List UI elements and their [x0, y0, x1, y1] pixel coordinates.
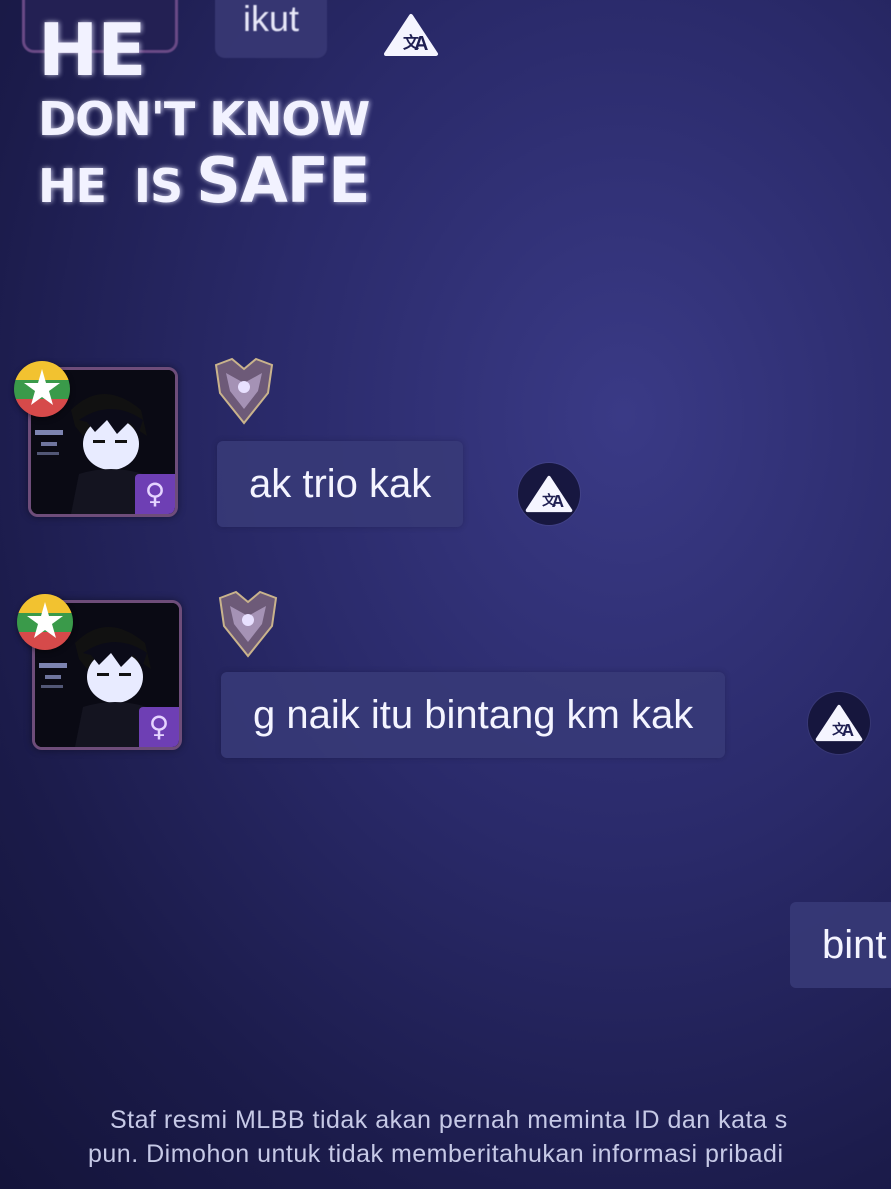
svg-text:A: A	[842, 720, 854, 740]
star-flag-icon	[14, 361, 70, 417]
mythic-rank-icon	[216, 588, 280, 660]
message-text: bint	[822, 922, 887, 967]
message-text: ak trio kak	[249, 461, 432, 506]
caption-word-he: HE	[38, 159, 107, 213]
notice-line-1: Staf resmi MLBB tidak akan pernah memint…	[110, 1106, 788, 1134]
safety-notice: Staf resmi MLBB tidak akan pernah memint…	[0, 1103, 891, 1183]
caption-word-is: IS	[133, 159, 183, 213]
notice-line-2: pun. Dimohon untuk tidak memberitahukan …	[88, 1140, 784, 1168]
female-gender-icon: ♀	[135, 474, 175, 514]
translate-icon[interactable]: 文 A	[808, 692, 870, 754]
female-gender-icon: ♀	[139, 707, 179, 747]
overlay-caption: HE DON'T KNOW HE IS SAFE	[38, 8, 371, 213]
svg-text:A: A	[552, 491, 564, 511]
message-bubble: g naik itu bintang km kak	[221, 672, 726, 758]
caption-word-safe: SAFE	[196, 144, 370, 217]
caption-line-2: DON'T KNOW	[38, 92, 370, 146]
outgoing-message-bubble: bint	[790, 902, 891, 988]
chat-message-row: ♀ ak trio kak 文 A	[0, 355, 891, 555]
translate-icon[interactable]: 文 A	[518, 463, 580, 525]
translate-icon[interactable]: 文 A	[380, 4, 442, 66]
mythic-rank-icon	[212, 355, 276, 427]
chat-message-row: ♀ g naik itu bintang km kak 文 A	[0, 588, 891, 788]
message-text: g naik itu bintang km kak	[253, 692, 694, 737]
caption-line-1: HE	[38, 8, 146, 92]
message-bubble: ak trio kak	[217, 441, 464, 527]
svg-text:A: A	[414, 33, 428, 55]
star-flag-icon	[17, 594, 73, 650]
